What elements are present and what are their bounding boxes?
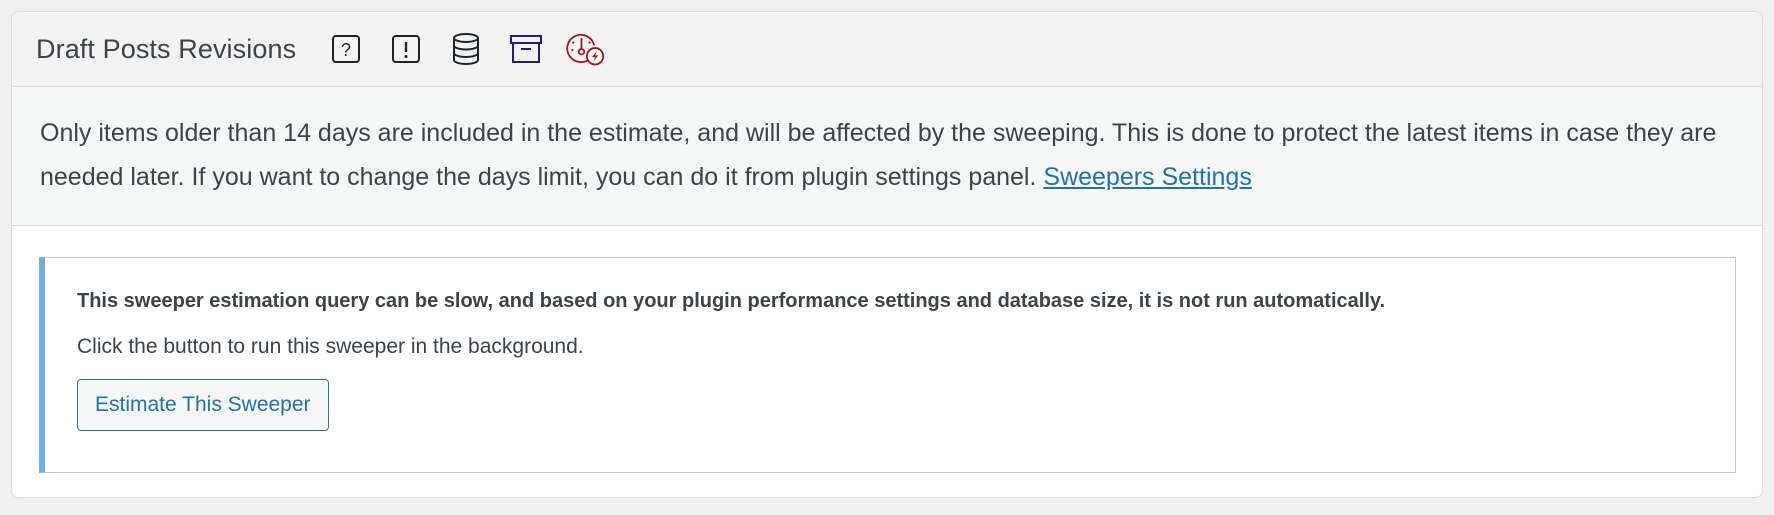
sweepers-settings-link[interactable]: Sweepers Settings — [1043, 163, 1251, 191]
intro-text-block: Only items older than 14 days are includ… — [12, 87, 1762, 226]
notice-strong-text: This sweeper estimation query can be slo… — [77, 290, 1386, 312]
estimate-sweeper-button[interactable]: Estimate This Sweeper — [77, 379, 329, 431]
intro-text: Only items older than 14 days are includ… — [40, 119, 1717, 191]
warning-icon[interactable] — [386, 29, 426, 69]
info-notice: This sweeper estimation query can be slo… — [39, 257, 1736, 473]
archive-icon[interactable] — [506, 29, 546, 69]
panel-title: Draft Posts Revisions — [36, 33, 297, 64]
svg-text:?: ? — [341, 40, 351, 60]
speed-gauge-icon[interactable] — [566, 29, 606, 69]
help-icon[interactable]: ? — [326, 29, 366, 69]
notice-text: Click the button to run this sweeper in … — [77, 335, 584, 358]
panel-header: Draft Posts Revisions ? — [12, 12, 1762, 87]
sweeper-panel: Draft Posts Revisions ? Only items older… — [11, 11, 1763, 498]
database-icon[interactable] — [446, 29, 486, 69]
